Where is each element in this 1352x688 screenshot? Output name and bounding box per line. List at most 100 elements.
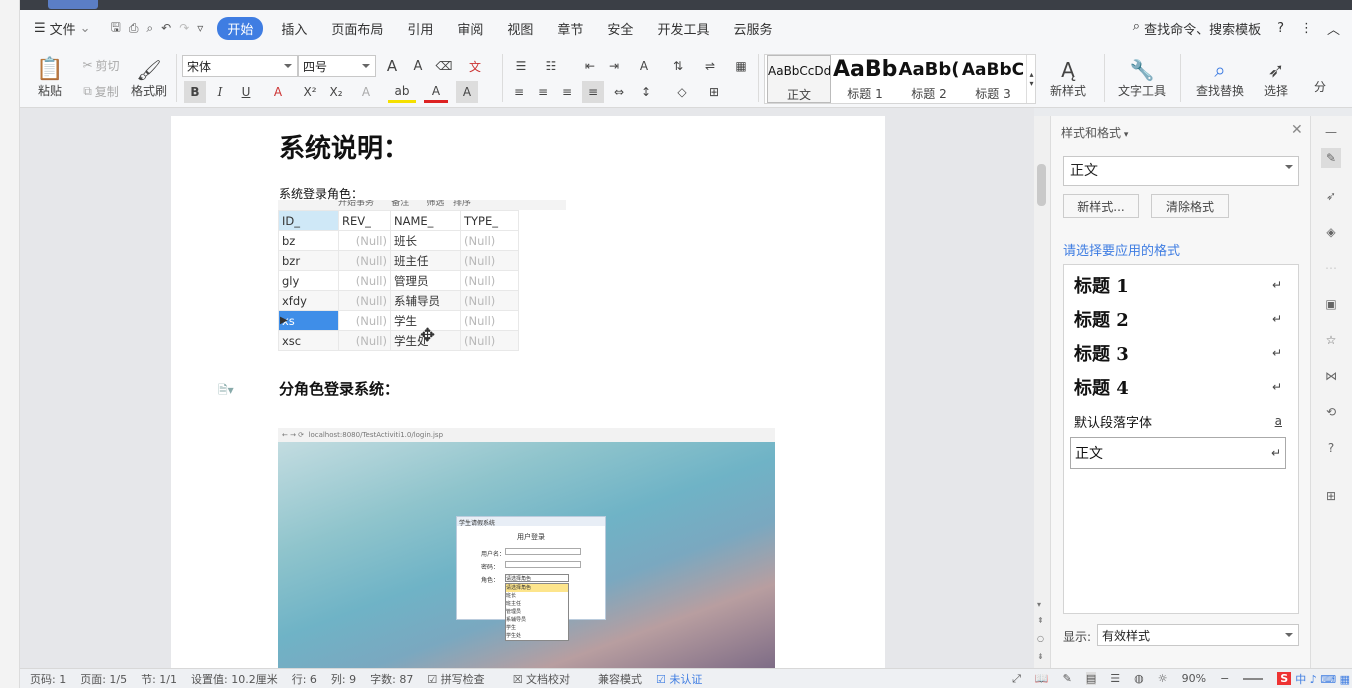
text-tools-button[interactable]: 🔧 文字工具 — [1110, 54, 1174, 102]
zoom-slider[interactable] — [1243, 677, 1264, 680]
list-item[interactable]: 标题 4 ↵ — [1070, 371, 1286, 403]
style-pen-icon[interactable]: ✎ — [1321, 148, 1341, 168]
line-spacing-icon[interactable]: ⇌ — [698, 56, 722, 76]
print-icon[interactable]: ⎙ — [129, 21, 139, 36]
show-select[interactable]: 有效样式 — [1097, 624, 1299, 646]
bullet-list-icon[interactable]: ☰ — [510, 56, 532, 76]
ime-tray-icon[interactable]: 中 ♪ ⌨ ▦ — [1295, 671, 1350, 687]
status-pages[interactable]: 页面: 1/5 — [80, 671, 127, 687]
paragraph-marker-icon[interactable]: 🗎▾ — [218, 381, 234, 402]
paste-button[interactable]: 📋 粘贴 — [30, 54, 70, 102]
style-gallery-scroll[interactable]: ▴ ▾ — [1026, 55, 1036, 103]
new-style-panel-button[interactable]: 新样式... — [1063, 194, 1139, 218]
bold-button[interactable]: B — [184, 81, 206, 103]
tab-section[interactable]: 章节 — [557, 19, 583, 38]
tab-references[interactable]: 引用 — [407, 19, 433, 38]
align-center-icon[interactable]: ≡ — [532, 82, 554, 102]
split-button[interactable]: 分 — [1310, 76, 1330, 96]
table-icon[interactable]: ▦ — [730, 56, 752, 76]
browse-object-icon[interactable]: ○ — [1037, 634, 1044, 643]
ime-icon[interactable]: S — [1277, 672, 1292, 685]
style-normal[interactable]: AaBbCcDd 正文 — [767, 55, 831, 103]
style-heading-1[interactable]: AaBb 标题 1 — [833, 55, 897, 103]
file-menu[interactable]: ☰ 文件 ⌄ — [34, 19, 91, 38]
distribute-icon[interactable]: ⇔ — [608, 82, 630, 102]
tab-insert[interactable]: 插入 — [281, 19, 307, 38]
login-screenshot-image[interactable]: ← → ⟳ localhost:8080/TestActiviti1.0/log… — [278, 428, 775, 668]
underline-button[interactable]: U — [234, 81, 258, 103]
document-tab[interactable] — [48, 0, 98, 9]
list-item[interactable]: 标题 3 ↵ — [1070, 337, 1286, 369]
status-words[interactable]: 字数: 87 — [370, 671, 413, 687]
shapes-icon[interactable]: ◈ — [1321, 222, 1341, 242]
web-view-icon[interactable]: ◍ — [1134, 672, 1144, 685]
borders-icon[interactable]: ⊞ — [702, 82, 726, 102]
image-icon[interactable]: ▣ — [1321, 294, 1341, 314]
char-shading-icon[interactable]: A — [456, 81, 478, 103]
grid-icon[interactable]: ⊞ — [1321, 486, 1341, 506]
history-icon[interactable]: ⟲ — [1321, 402, 1341, 422]
command-search[interactable]: ⌕ 查找命令、搜索模板 — [1133, 19, 1261, 38]
numbered-list-icon[interactable]: ☷ — [540, 56, 562, 76]
shading-icon[interactable]: ◇ — [670, 82, 694, 102]
tab-page-layout[interactable]: 页面布局 — [331, 19, 383, 38]
decrease-indent-icon[interactable]: ⇤ — [580, 56, 600, 76]
status-setting[interactable]: 设置值: 10.2厘米 — [191, 671, 278, 687]
status-section[interactable]: 节: 1/1 — [141, 671, 177, 687]
phonetic-guide-icon[interactable]: 文 — [460, 56, 490, 76]
list-item[interactable]: 默认段落字体 a — [1070, 405, 1286, 437]
panel-title[interactable]: 样式和格式 ▾ — [1061, 124, 1128, 141]
font-size-select[interactable]: 四号 — [298, 55, 376, 77]
style-heading-2[interactable]: AaBb(标题 2 — [897, 55, 961, 103]
copy-button[interactable]: ⧉ 复制 — [76, 82, 126, 100]
zoom-level[interactable]: 90% — [1182, 672, 1206, 685]
tab-cloud[interactable]: 云服务 — [733, 19, 772, 38]
font-grow-button[interactable]: A — [382, 56, 402, 76]
format-painter-button[interactable]: 🖌 格式刷 — [128, 54, 170, 102]
next-page-icon[interactable]: ⇟ — [1037, 652, 1044, 661]
select-button[interactable]: ➶ 选择 — [1256, 54, 1296, 102]
cut-button[interactable]: ✂ 剪切 — [76, 56, 126, 74]
font-shrink-button[interactable]: A — [408, 56, 428, 76]
outline-view-icon[interactable]: ☰ — [1110, 672, 1120, 685]
font-family-select[interactable]: 宋体 — [182, 55, 298, 77]
text-direction-icon[interactable]: A — [632, 56, 656, 76]
sort-icon[interactable]: ⇅ — [668, 56, 688, 76]
strikethrough-icon[interactable]: A — [266, 81, 290, 103]
collapse-ribbon-icon[interactable]: ︿ — [1327, 19, 1340, 38]
fullscreen-icon[interactable]: ⤢ — [1012, 672, 1021, 686]
share-icon[interactable]: ⋈ — [1321, 366, 1341, 386]
zoom-out-icon[interactable]: − — [1220, 672, 1229, 685]
select-cursor-icon[interactable]: ➶ — [1321, 186, 1341, 206]
clear-format-icon[interactable]: ⌫ — [434, 56, 454, 76]
more-icon[interactable]: ⋮ — [1300, 21, 1313, 36]
write-mode-icon[interactable]: ✎ — [1063, 672, 1072, 685]
close-icon[interactable]: ✕ — [1291, 122, 1303, 138]
style-heading-3[interactable]: AaBbC 标题 3 — [961, 55, 1025, 103]
help-icon[interactable]: ? — [1277, 21, 1284, 36]
help-circle-icon[interactable]: ? — [1321, 438, 1341, 458]
scroll-thumb[interactable] — [1037, 164, 1046, 206]
tab-review[interactable]: 审阅 — [457, 19, 483, 38]
read-mode-icon[interactable]: 📖 — [1035, 672, 1049, 685]
highlight-icon[interactable]: ab — [388, 81, 416, 103]
status-page-number[interactable]: 页码: 1 — [30, 671, 66, 687]
customize-icon[interactable]: ▿ — [197, 21, 203, 35]
paragraph-spacing-icon[interactable]: ↕ — [634, 82, 658, 102]
current-style-select[interactable]: 正文 — [1063, 156, 1299, 186]
font-color-icon[interactable]: A — [424, 81, 448, 103]
subscript-button[interactable]: X₂ — [324, 81, 348, 103]
vertical-scrollbar[interactable]: ▾ ⇞ ○ ⇟ — [1034, 116, 1050, 668]
scroll-down-arrow[interactable]: ▾ — [1037, 600, 1041, 609]
text-effect-icon[interactable]: A — [354, 81, 378, 103]
eye-protect-icon[interactable]: ☼ — [1158, 672, 1168, 685]
print-preview-icon[interactable]: ⌕ — [146, 21, 153, 36]
increase-indent-icon[interactable]: ⇥ — [604, 56, 624, 76]
undo-icon[interactable]: ↶ — [161, 21, 171, 35]
collapse-icon[interactable]: — — [1321, 122, 1341, 142]
proofread-button[interactable]: ☒ 文档校对 — [513, 671, 584, 687]
redo-icon[interactable]: ↷ — [179, 21, 189, 35]
tab-security[interactable]: 安全 — [607, 19, 633, 38]
italic-button[interactable]: I — [210, 81, 230, 103]
list-item[interactable]: 标题 2 ↵ — [1070, 303, 1286, 335]
